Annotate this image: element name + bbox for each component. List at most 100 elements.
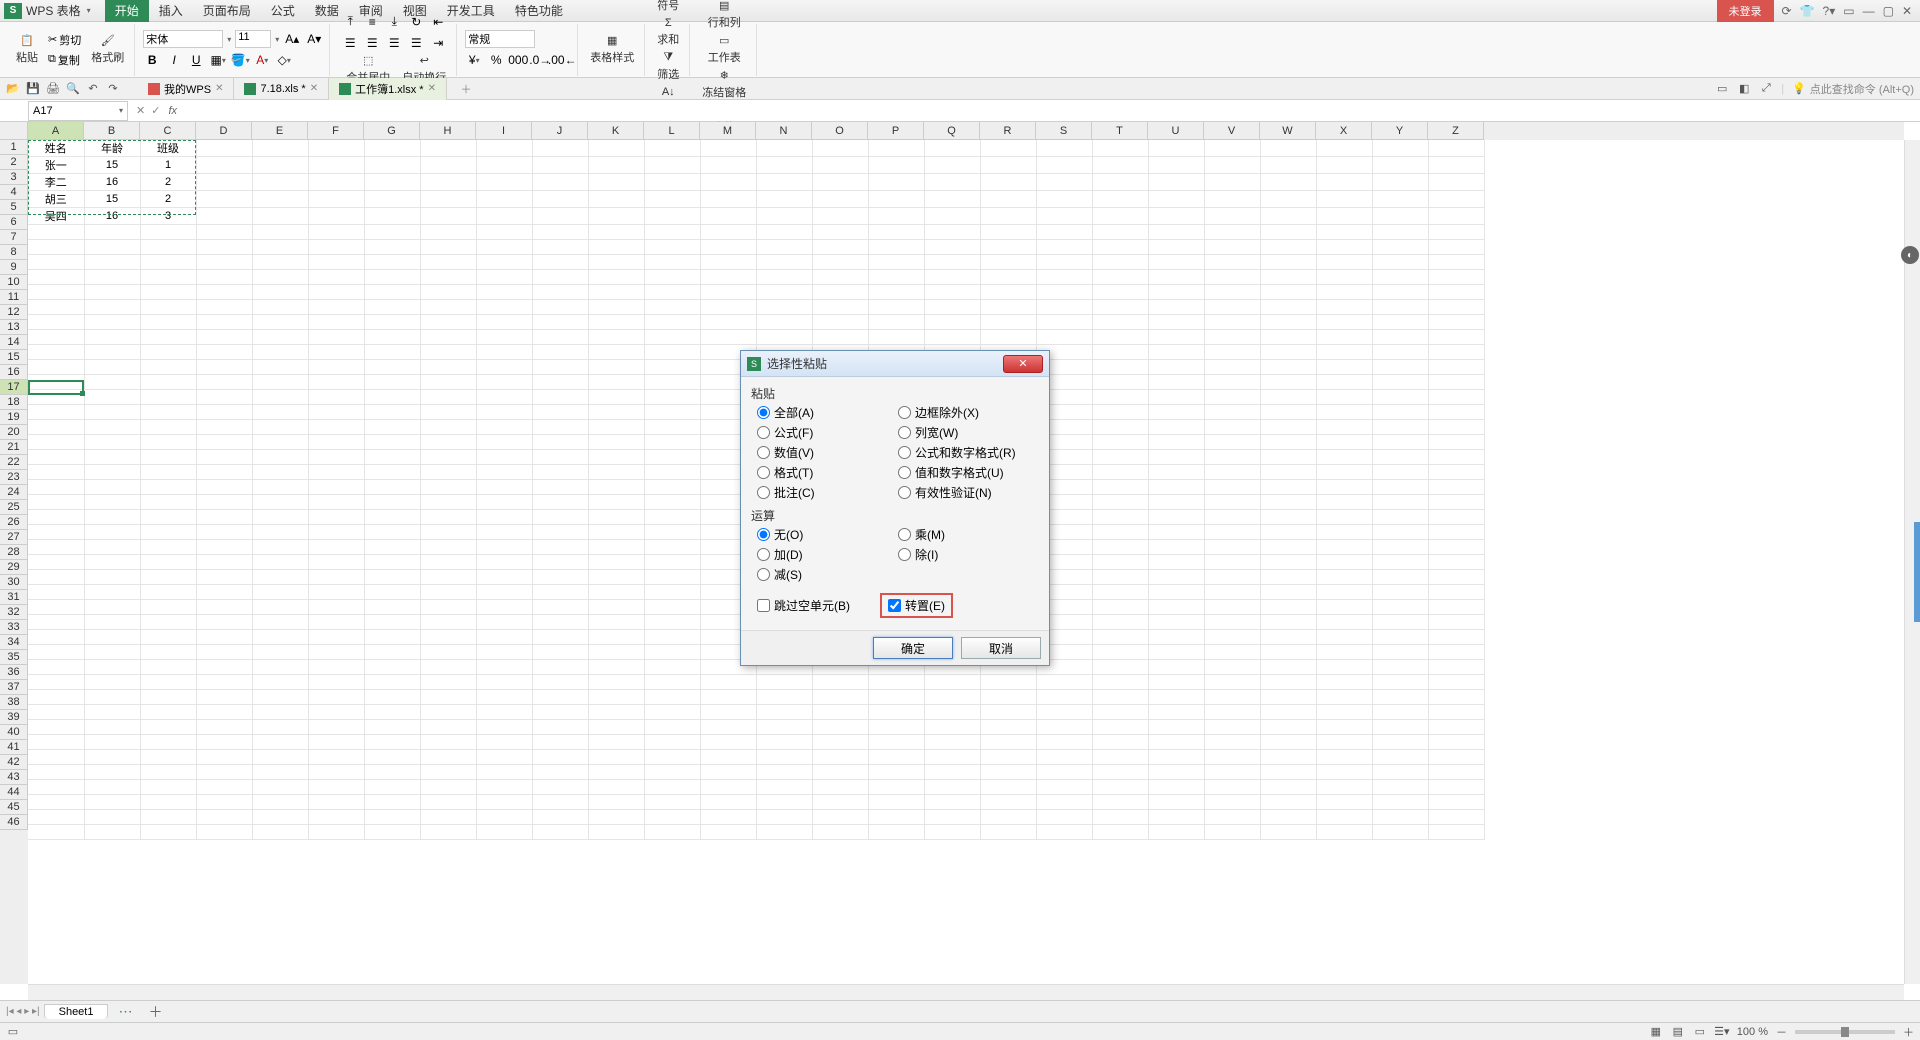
cell-U26[interactable]: [1148, 525, 1204, 540]
menu-tab-8[interactable]: 特色功能: [505, 0, 573, 22]
cell-C33[interactable]: [140, 630, 196, 645]
cell-Z23[interactable]: [1428, 480, 1484, 495]
col-header-B[interactable]: B: [84, 122, 140, 140]
cell-K17[interactable]: [588, 390, 644, 405]
cell-X39[interactable]: [1316, 720, 1372, 735]
operation-option[interactable]: 无(O): [757, 526, 898, 543]
cell-T18[interactable]: [1092, 405, 1148, 420]
cell-D35[interactable]: [196, 660, 252, 675]
cell-Z39[interactable]: [1428, 720, 1484, 735]
cell-J42[interactable]: [532, 765, 588, 780]
cell-E36[interactable]: [252, 675, 308, 690]
row-header-20[interactable]: 20: [0, 425, 28, 440]
cell-A26[interactable]: [28, 525, 84, 540]
cell-Y12[interactable]: [1372, 315, 1428, 330]
cell-C41[interactable]: [140, 750, 196, 765]
justify-button[interactable]: ☰: [407, 34, 425, 52]
cell-K15[interactable]: [588, 360, 644, 375]
cell-U7[interactable]: [1148, 240, 1204, 255]
row-header-29[interactable]: 29: [0, 560, 28, 575]
cell-U36[interactable]: [1148, 675, 1204, 690]
cell-E6[interactable]: [252, 225, 308, 240]
cell-I46[interactable]: [476, 825, 532, 840]
cell-Z40[interactable]: [1428, 735, 1484, 750]
cell-Z28[interactable]: [1428, 555, 1484, 570]
cell-A34[interactable]: [28, 645, 84, 660]
align-bottom-button[interactable]: ⤓: [385, 13, 403, 31]
cell-S13[interactable]: [1036, 330, 1092, 345]
decrease-font-button[interactable]: A▾: [305, 30, 323, 48]
cell-O41[interactable]: [812, 750, 868, 765]
cell-Z10[interactable]: [1428, 285, 1484, 300]
cell-Q46[interactable]: [924, 825, 980, 840]
cell-X33[interactable]: [1316, 630, 1372, 645]
cell-K12[interactable]: [588, 315, 644, 330]
cell-L23[interactable]: [644, 480, 700, 495]
cell-J9[interactable]: [532, 270, 588, 285]
cell-Y20[interactable]: [1372, 435, 1428, 450]
cell-L41[interactable]: [644, 750, 700, 765]
cell-V7[interactable]: [1204, 240, 1260, 255]
cell-V46[interactable]: [1204, 825, 1260, 840]
cell-D27[interactable]: [196, 540, 252, 555]
bold-button[interactable]: B: [143, 51, 161, 69]
cell-V24[interactable]: [1204, 495, 1260, 510]
cell-B41[interactable]: [84, 750, 140, 765]
cell-Q40[interactable]: [924, 735, 980, 750]
cell-H45[interactable]: [420, 810, 476, 825]
cell-J30[interactable]: [532, 585, 588, 600]
cell-L35[interactable]: [644, 660, 700, 675]
cell-P38[interactable]: [868, 705, 924, 720]
col-header-R[interactable]: R: [980, 122, 1036, 140]
cell-U14[interactable]: [1148, 345, 1204, 360]
cell-B17[interactable]: [84, 390, 140, 405]
cell-H21[interactable]: [420, 450, 476, 465]
cell-N6[interactable]: [756, 225, 812, 240]
cell-R7[interactable]: [980, 240, 1036, 255]
cell-T36[interactable]: [1092, 675, 1148, 690]
cell-V29[interactable]: [1204, 570, 1260, 585]
cell-I16[interactable]: [476, 375, 532, 390]
cell-Y29[interactable]: [1372, 570, 1428, 585]
cell-K14[interactable]: [588, 345, 644, 360]
cell-R45[interactable]: [980, 810, 1036, 825]
cell-X19[interactable]: [1316, 420, 1372, 435]
cell-Y3[interactable]: [1372, 174, 1428, 191]
cell-L30[interactable]: [644, 585, 700, 600]
cell-T3[interactable]: [1092, 174, 1148, 191]
cell-Y23[interactable]: [1372, 480, 1428, 495]
cell-H8[interactable]: [420, 255, 476, 270]
cell-U19[interactable]: [1148, 420, 1204, 435]
row-header-11[interactable]: 11: [0, 290, 28, 305]
cell-E39[interactable]: [252, 720, 308, 735]
cell-P4[interactable]: [868, 191, 924, 208]
cell-J29[interactable]: [532, 570, 588, 585]
cell-C40[interactable]: [140, 735, 196, 750]
cell-U35[interactable]: [1148, 660, 1204, 675]
reading-view-icon[interactable]: ☰▾: [1715, 1025, 1729, 1039]
row-header-30[interactable]: 30: [0, 575, 28, 590]
cell-B27[interactable]: [84, 540, 140, 555]
cell-X41[interactable]: [1316, 750, 1372, 765]
cell-H38[interactable]: [420, 705, 476, 720]
cell-K25[interactable]: [588, 510, 644, 525]
cell-Q4[interactable]: [924, 191, 980, 208]
cell-L28[interactable]: [644, 555, 700, 570]
cell-N2[interactable]: [756, 157, 812, 174]
cell-E18[interactable]: [252, 405, 308, 420]
row-header-40[interactable]: 40: [0, 725, 28, 740]
cell-D9[interactable]: [196, 270, 252, 285]
cell-J1[interactable]: [532, 140, 588, 157]
cell-T46[interactable]: [1092, 825, 1148, 840]
cell-G17[interactable]: [364, 390, 420, 405]
cell-A33[interactable]: [28, 630, 84, 645]
cell-A9[interactable]: [28, 270, 84, 285]
cell-H1[interactable]: [420, 140, 476, 157]
cell-A38[interactable]: [28, 705, 84, 720]
row-header-31[interactable]: 31: [0, 590, 28, 605]
cell-T9[interactable]: [1092, 270, 1148, 285]
save-icon[interactable]: 💾: [26, 82, 40, 96]
cell-M38[interactable]: [700, 705, 756, 720]
cell-F33[interactable]: [308, 630, 364, 645]
cell-L36[interactable]: [644, 675, 700, 690]
